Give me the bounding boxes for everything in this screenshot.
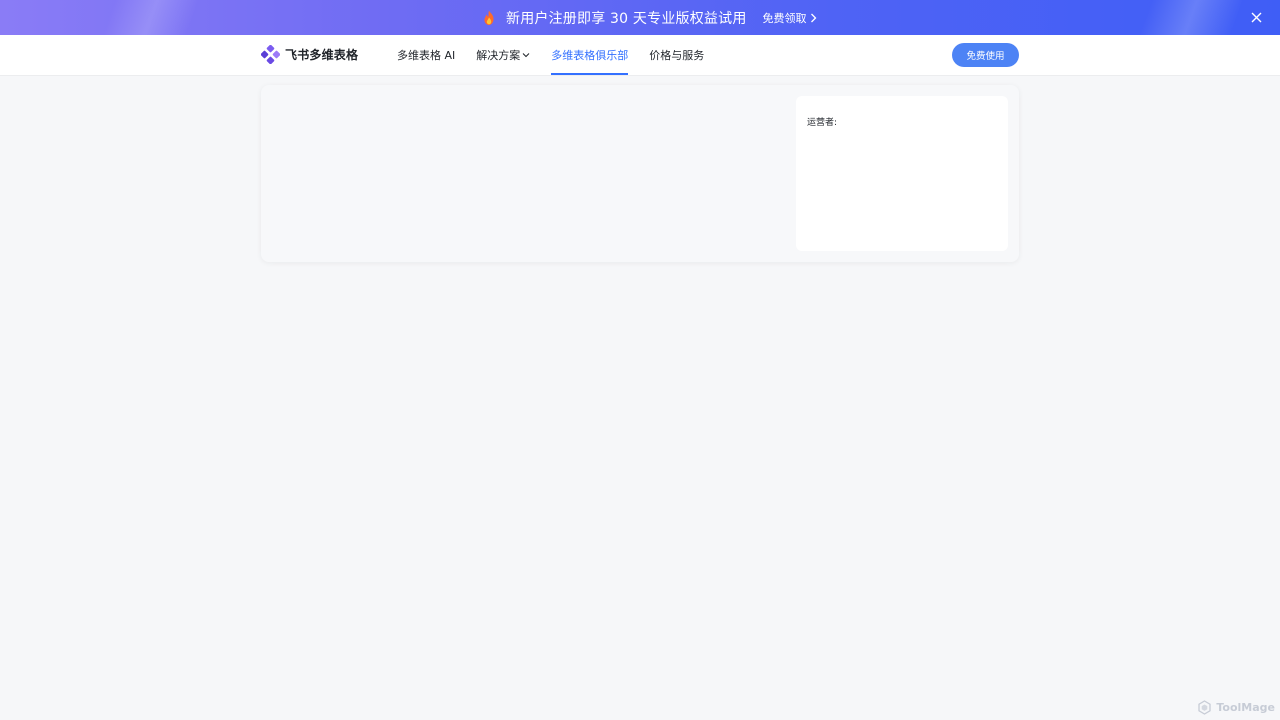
nav-link-bitable-club[interactable]: 多维表格俱乐部 (551, 35, 629, 75)
content-card: 运营者: (261, 85, 1019, 262)
nav-link-bitable-ai[interactable]: 多维表格 AI (397, 35, 455, 75)
toolmage-logo-icon (1197, 700, 1212, 715)
promo-content: 新用户注册即享 30 天专业版权益试用 免费领取 (480, 0, 817, 35)
nav-link-label: 多维表格 AI (397, 49, 456, 62)
promo-text: 新用户注册即享 30 天专业版权益试用 (506, 10, 747, 27)
top-nav: 飞书多维表格 多维表格 AI 解决方案 多维表格俱乐部 价格与服务 免费使用 (0, 35, 1280, 75)
promo-banner: 新用户注册即享 30 天专业版权益试用 免费领取 (0, 0, 1280, 35)
nav-link-pricing[interactable]: 价格与服务 (649, 35, 704, 75)
nav-links: 多维表格 AI 解决方案 多维表格俱乐部 价格与服务 (397, 35, 725, 75)
chevron-right-icon (810, 13, 817, 23)
operator-label: 运营者: (807, 118, 838, 128)
logo[interactable]: 飞书多维表格 (261, 45, 358, 64)
logo-text: 飞书多维表格 (285, 48, 359, 62)
nav-link-solutions[interactable]: 解决方案 (476, 35, 530, 75)
operator-panel: 运营者: (796, 96, 1008, 251)
chevron-down-icon (522, 52, 530, 58)
watermark-text: ToolMage (1216, 701, 1275, 714)
feishu-bitable-logo-icon (261, 45, 280, 64)
watermark: ToolMage (1197, 700, 1275, 715)
nav-link-label: 解决方案 (476, 49, 521, 62)
close-icon[interactable] (1250, 11, 1263, 24)
promo-claim-label: 免费领取 (762, 11, 807, 25)
nav-link-label: 多维表格俱乐部 (551, 49, 629, 62)
fire-icon (480, 9, 498, 27)
free-use-button-label: 免费使用 (966, 51, 1005, 62)
promo-claim-link[interactable]: 免费领取 (763, 10, 817, 26)
nav-link-label: 价格与服务 (649, 49, 705, 62)
free-use-button[interactable]: 免费使用 (952, 43, 1019, 67)
